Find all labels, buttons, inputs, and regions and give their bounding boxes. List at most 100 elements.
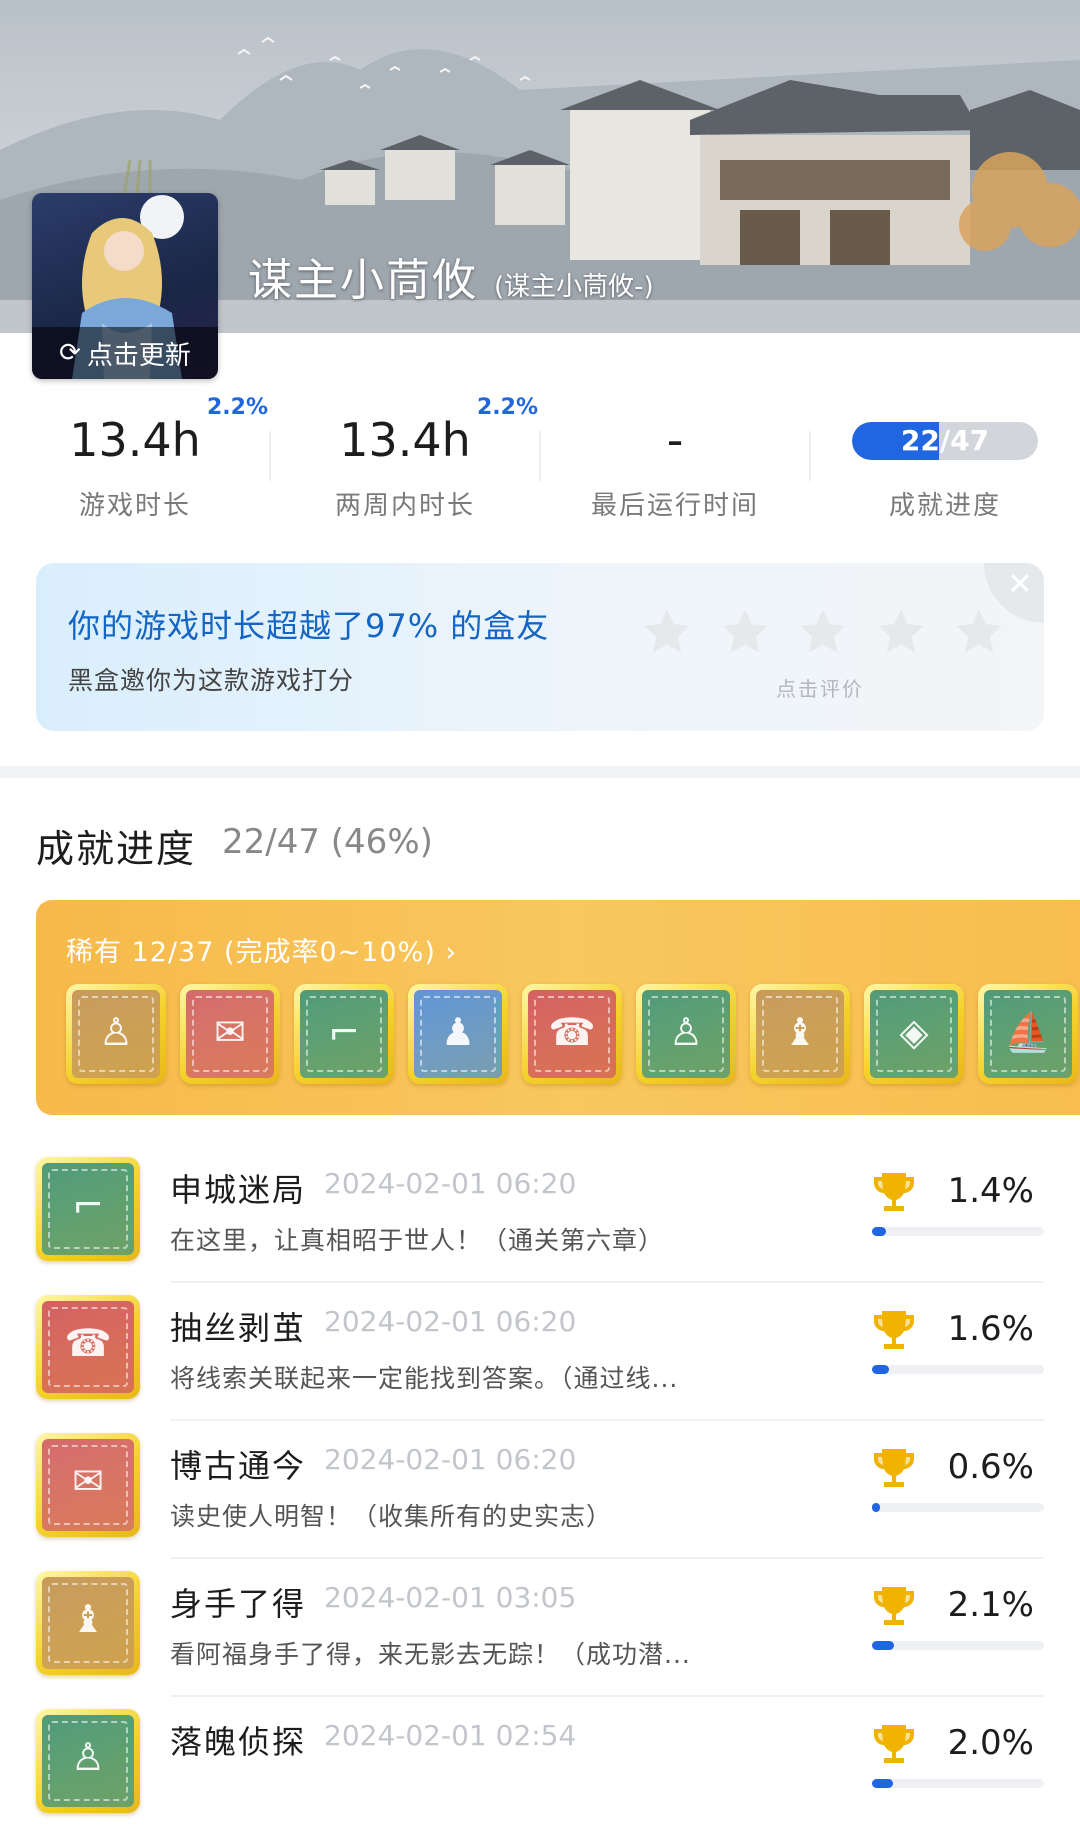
- badge-illustration: ⌐: [42, 1163, 134, 1255]
- achievement-description: 将线索关联起来一定能找到答案。（通过线...: [170, 1364, 679, 1393]
- unlock-rate-bar: [872, 1779, 1044, 1788]
- star-icon[interactable]: [640, 605, 694, 659]
- rare-badge[interactable]: ✉: [180, 984, 280, 1084]
- badge-illustration: ♟: [414, 990, 502, 1078]
- rare-badge-list: ♙ ✉ ⌐ ♟ ☎ ♙ ♝ ◈ ⛵: [66, 984, 1078, 1084]
- achievement-description: 看阿福身手了得，来无影去无踪！（成功潜...: [170, 1640, 691, 1669]
- section-separator: [0, 766, 1080, 778]
- stat-label: 最后运行时间: [590, 491, 759, 521]
- username-main: 谋主小茼攸: [248, 255, 478, 306]
- achievement-row[interactable]: ♝ 身手了得 2024-02-01 03:05 看阿福身手了得，来无影去无踪！（成功潜…: [0, 1559, 1080, 1697]
- achievement-unlock-rate: 1.4%: [947, 1171, 1034, 1211]
- rare-achievements-card[interactable]: 稀有 12/37 (完成率0~10%) › ♙ ✉ ⌐ ♟ ☎ ♙ ♝ ◈ ⛵: [36, 900, 1080, 1115]
- badge-glyph: ♙: [668, 1010, 704, 1054]
- badge-illustration: ✉: [42, 1439, 134, 1531]
- star-icon[interactable]: [874, 605, 928, 659]
- badge-glyph: ◈: [899, 1010, 929, 1054]
- rating-hint: 点击评价: [776, 677, 864, 701]
- achievement-icon: ♝: [36, 1571, 140, 1675]
- star-icon[interactable]: [952, 605, 1006, 659]
- achievement-unlock-rate: 2.0%: [947, 1723, 1034, 1763]
- stat-last-run: - 最后运行时间: [540, 385, 810, 525]
- achievement-name: 申城迷局: [170, 1171, 307, 1209]
- rating-subtitle: 黑盒邀你为这款游戏打分: [68, 666, 355, 695]
- badge-illustration: ⌐: [300, 990, 388, 1078]
- achievement-name: 落魄侦探: [170, 1723, 307, 1761]
- rare-badge[interactable]: ⛵: [978, 984, 1078, 1084]
- avatar[interactable]: ⟳ 点击更新: [32, 193, 218, 379]
- unlock-rate-fill: [872, 1779, 893, 1788]
- unlock-rate-fill: [872, 1503, 880, 1512]
- badge-glyph: ⌐: [72, 1183, 104, 1227]
- badge-illustration: ♙: [642, 990, 730, 1078]
- achievement-date: 2024-02-01 03:05: [324, 1581, 577, 1614]
- achievement-icon: ♙: [36, 1709, 140, 1813]
- unlock-rate-fill: [872, 1365, 889, 1374]
- badge-illustration: ♝: [756, 990, 844, 1078]
- badge-glyph: ✉: [214, 1010, 246, 1054]
- badge-glyph: ♙: [98, 1010, 134, 1054]
- achievement-name: 身手了得: [170, 1585, 307, 1623]
- trophy-icon: [872, 1447, 916, 1489]
- achievement-date: 2024-02-01 06:20: [324, 1443, 577, 1476]
- achievement-icon: ☎: [36, 1295, 140, 1399]
- badge-glyph: ✉: [72, 1459, 104, 1503]
- avatar-update-button[interactable]: ⟳ 点击更新: [32, 327, 218, 379]
- rare-achievements-link[interactable]: 稀有 12/37 (完成率0~10%) ›: [66, 930, 457, 969]
- achievement-row[interactable]: ⌐ 申城迷局 2024-02-01 06:20 在这里，让真相昭于世人！（通关第六章）…: [0, 1145, 1080, 1283]
- stat-badge: 2.2%: [207, 395, 269, 420]
- achievement-unlock-rate: 0.6%: [947, 1447, 1034, 1487]
- trophy-icon: [872, 1723, 916, 1765]
- achievements-count: 22/47 (46%): [222, 822, 433, 862]
- rare-badge[interactable]: ♝: [750, 984, 850, 1084]
- achievement-name: 抽丝剥茧: [170, 1309, 307, 1347]
- achievement-date: 2024-02-01 06:20: [324, 1167, 577, 1200]
- rare-badge[interactable]: ☎: [522, 984, 622, 1084]
- rare-badge[interactable]: ◈: [864, 984, 964, 1084]
- trophy-icon: [872, 1309, 916, 1351]
- badge-illustration: ⛵: [984, 990, 1072, 1078]
- avatar-update-label: 点击更新: [86, 340, 191, 371]
- achievement-name: 博古通今: [170, 1447, 307, 1485]
- badge-illustration: ✉: [186, 990, 274, 1078]
- achievement-icon: ✉: [36, 1433, 140, 1537]
- badge-glyph: ☎: [548, 1010, 596, 1054]
- stat-value: -: [666, 413, 684, 467]
- achievement-progress-bar[interactable]: 22/47: [852, 422, 1038, 460]
- badge-illustration: ♙: [42, 1715, 134, 1807]
- achievement-unlock-rate: 1.6%: [947, 1309, 1034, 1349]
- achievement-row[interactable]: ♙ 落魄侦探 2024-02-01 02:54 2.0%: [0, 1697, 1080, 1835]
- badge-glyph: ⌐: [328, 1010, 360, 1054]
- rare-badge[interactable]: ♙: [66, 984, 166, 1084]
- rating-card: 你的游戏时长超越了97% 的盒友 黑盒邀你为这款游戏打分 点击评价 ✕: [36, 563, 1044, 731]
- rare-badge[interactable]: ♙: [636, 984, 736, 1084]
- badge-glyph: ♟: [440, 1010, 476, 1054]
- refresh-icon: ⟳: [59, 338, 81, 368]
- achievement-progress-text: 22/47: [900, 424, 990, 457]
- star-icon[interactable]: [796, 605, 850, 659]
- badge-illustration: ♙: [72, 990, 160, 1078]
- achievement-description: 读史使人明智！（收集所有的史实志）: [170, 1502, 613, 1531]
- badge-illustration: ♝: [42, 1577, 134, 1669]
- achievement-icon: ⌐: [36, 1157, 140, 1261]
- unlock-rate-fill: [872, 1641, 894, 1650]
- stat-label: 两周内时长: [334, 491, 475, 521]
- unlock-rate-bar: [872, 1503, 1044, 1512]
- stat-value: 13.4h: [339, 413, 471, 467]
- achievement-row[interactable]: ☎ 抽丝剥茧 2024-02-01 06:20 将线索关联起来一定能找到答案。（通过线…: [0, 1283, 1080, 1421]
- achievement-date: 2024-02-01 02:54: [324, 1719, 577, 1752]
- stat-badge: 2.2%: [477, 395, 539, 420]
- badge-illustration: ☎: [42, 1301, 134, 1393]
- rare-badge[interactable]: ⌐: [294, 984, 394, 1084]
- achievement-date: 2024-02-01 06:20: [324, 1305, 577, 1338]
- rating-stars[interactable]: [640, 605, 1006, 659]
- badge-glyph: ♝: [782, 1010, 818, 1054]
- stat-playtime: 13.4h 2.2% 游戏时长: [0, 385, 270, 525]
- rare-badge[interactable]: ♟: [408, 984, 508, 1084]
- achievement-description: 在这里，让真相昭于世人！（通关第六章）: [170, 1226, 665, 1255]
- star-icon[interactable]: [718, 605, 772, 659]
- achievements-title: 成就进度: [36, 827, 197, 871]
- badge-glyph: ☎: [64, 1321, 112, 1365]
- unlock-rate-bar: [872, 1365, 1044, 1374]
- achievement-row[interactable]: ✉ 博古通今 2024-02-01 06:20 读史使人明智！（收集所有的史实志） 0.…: [0, 1421, 1080, 1559]
